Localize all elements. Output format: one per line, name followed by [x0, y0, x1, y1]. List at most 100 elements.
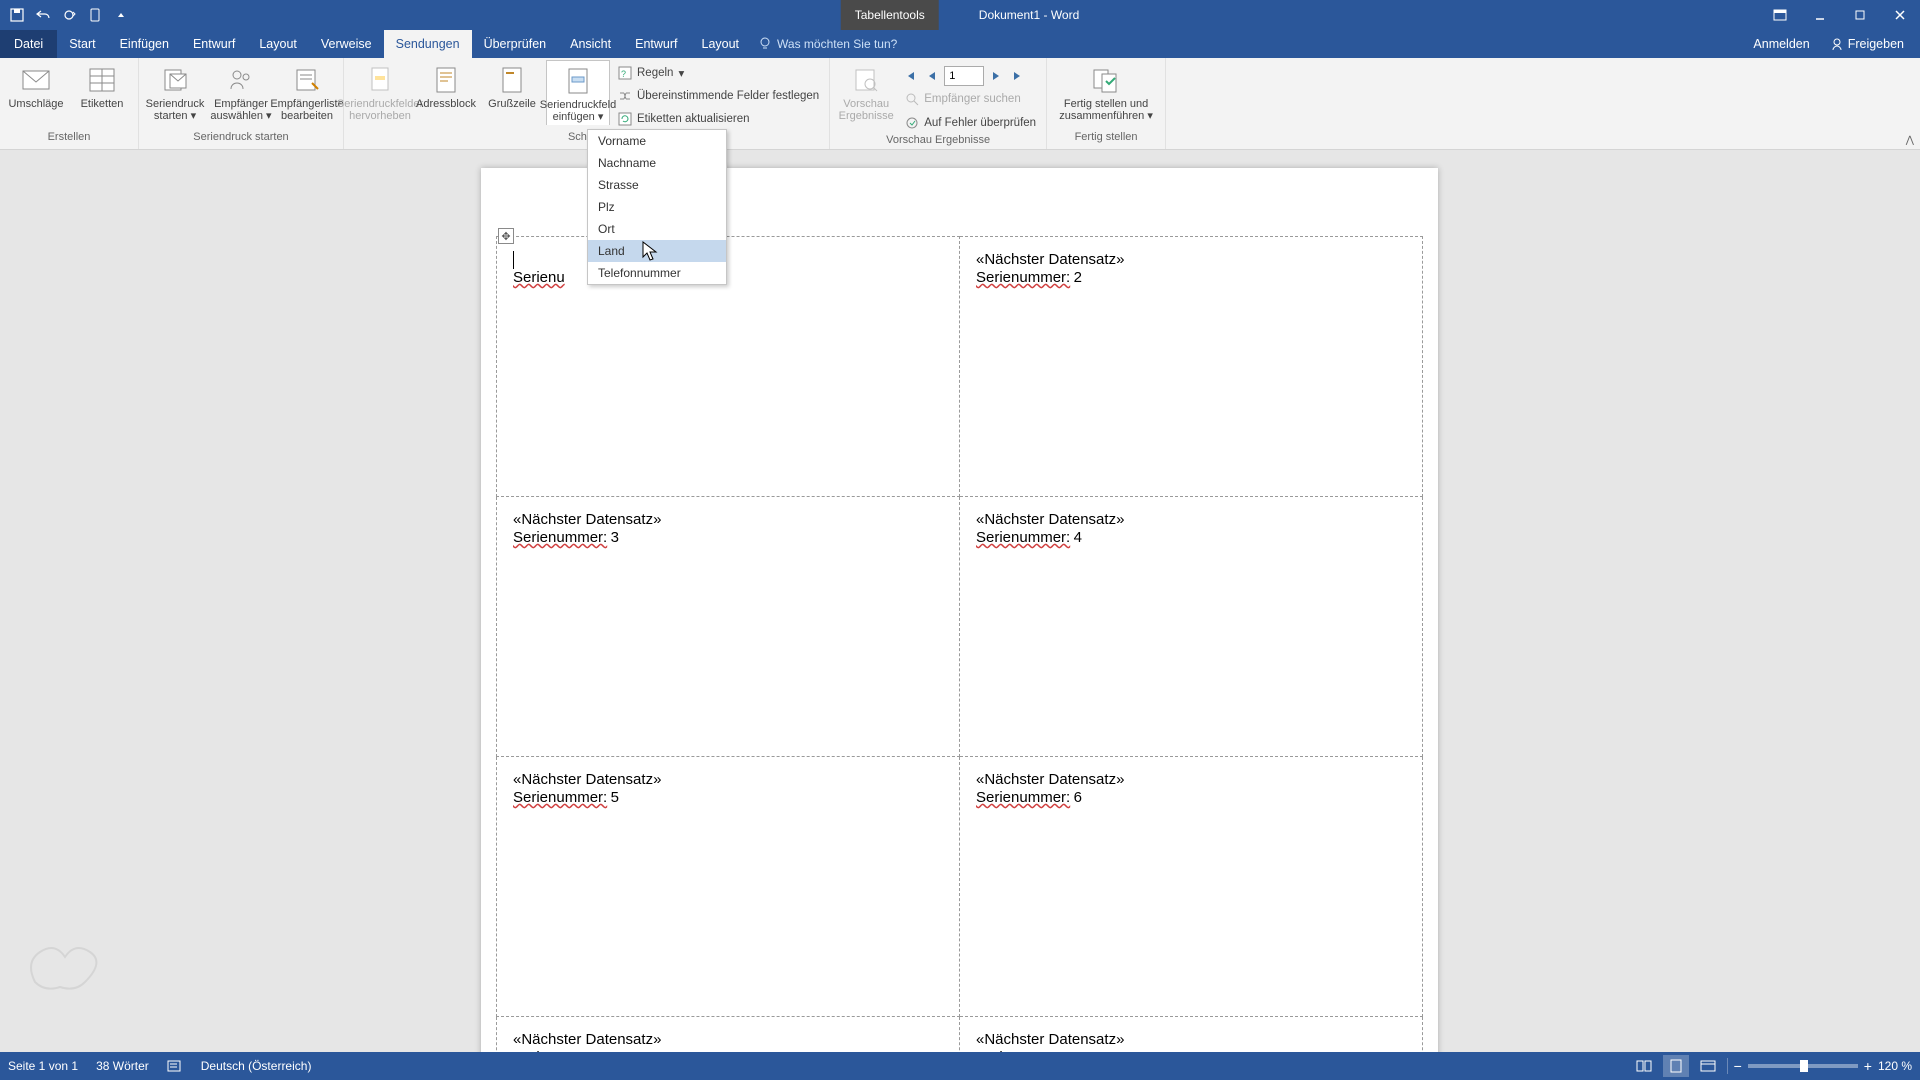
sign-in-link[interactable]: Anmelden	[1747, 30, 1815, 58]
tab-table-layout[interactable]: Layout	[690, 30, 752, 58]
maximize-icon[interactable]	[1840, 0, 1880, 30]
title-bar: Tabellentools Dokument1 - Word	[0, 0, 1920, 30]
dd-vorname[interactable]: Vorname	[588, 130, 726, 152]
serial-label: Serienummer:	[513, 529, 607, 546]
tab-mailings[interactable]: Sendungen	[384, 30, 472, 58]
tab-file[interactable]: Datei	[0, 30, 57, 58]
close-icon[interactable]	[1880, 0, 1920, 30]
insert-merge-field-button[interactable]: Seriendruckfeld einfügen ▾	[546, 60, 610, 125]
labels-button[interactable]: Etiketten	[70, 60, 134, 124]
undo-icon[interactable]	[32, 4, 54, 26]
table-move-handle-icon[interactable]: ✥	[498, 228, 514, 244]
web-layout-icon[interactable]	[1695, 1055, 1721, 1077]
label-cell[interactable]: «Nächster Datensatz» Serienummer: 7	[497, 1017, 960, 1053]
watermark-icon	[15, 932, 105, 1012]
search-icon	[906, 93, 919, 106]
zoom-in-icon[interactable]: +	[1864, 1058, 1872, 1074]
find-recipient-button[interactable]: Empfänger suchen	[900, 88, 1042, 110]
group-create-label: Erstellen	[4, 131, 134, 149]
next-record-field: «Nächster Datensatz»	[513, 511, 661, 528]
label-cell[interactable]: Serienu	[497, 237, 960, 497]
status-page[interactable]: Seite 1 von 1	[8, 1059, 78, 1073]
dd-plz[interactable]: Plz	[588, 196, 726, 218]
mail-merge-icon	[159, 64, 191, 96]
rules-icon: ?	[618, 66, 632, 80]
tab-review[interactable]: Überprüfen	[472, 30, 559, 58]
select-recipients-button[interactable]: Empfänger auswählen ▾	[209, 60, 273, 124]
address-block-button[interactable]: Adressblock	[414, 60, 478, 124]
next-record-icon[interactable]	[986, 66, 1006, 86]
greeting-line-button[interactable]: Grußzeile	[480, 60, 544, 124]
zoom-out-icon[interactable]: −	[1734, 1058, 1742, 1074]
label-cell[interactable]: «Nächster Datensatz» Serienummer: 4	[960, 497, 1423, 757]
label-cell[interactable]: «Nächster Datensatz» Serienummer: 8	[960, 1017, 1423, 1053]
document-area[interactable]: ✥ Serienu «Nächster Datensatz» Serienumm…	[0, 150, 1920, 1052]
tell-me-input[interactable]	[777, 37, 977, 51]
group-finish-label: Fertig stellen	[1051, 131, 1161, 149]
label-cell[interactable]: «Nächster Datensatz» Serienummer: 5	[497, 757, 960, 1017]
save-icon[interactable]	[6, 4, 28, 26]
qat-customize-icon[interactable]	[110, 4, 132, 26]
tab-table-design[interactable]: Entwurf	[623, 30, 689, 58]
envelopes-button[interactable]: Umschläge	[4, 60, 68, 124]
preview-results-button[interactable]: Vorschau Ergebnisse	[834, 60, 898, 124]
first-record-icon[interactable]	[900, 66, 920, 86]
serial-number: 2	[1074, 269, 1082, 286]
share-button[interactable]: Freigeben	[1824, 30, 1910, 58]
label-cell[interactable]: «Nächster Datensatz» Serienummer: 2	[960, 237, 1423, 497]
last-record-icon[interactable]	[1008, 66, 1028, 86]
match-fields-button[interactable]: Übereinstimmende Felder festlegen	[612, 85, 825, 107]
prev-record-icon[interactable]	[922, 66, 942, 86]
zoom-slider[interactable]	[1748, 1064, 1858, 1068]
svg-text:?: ?	[621, 69, 626, 79]
label-table: Serienu «Nächster Datensatz» Serienummer…	[496, 236, 1423, 1052]
tab-references[interactable]: Verweise	[309, 30, 384, 58]
dd-ort[interactable]: Ort	[588, 218, 726, 240]
touch-mode-icon[interactable]	[84, 4, 106, 26]
collapse-ribbon-icon[interactable]: ⋀	[1906, 135, 1914, 146]
status-bar: Seite 1 von 1 38 Wörter Deutsch (Österre…	[0, 1052, 1920, 1080]
start-mail-merge-button[interactable]: Seriendruck starten ▾	[143, 60, 207, 124]
tell-me[interactable]	[759, 30, 977, 58]
tab-insert[interactable]: Einfügen	[108, 30, 181, 58]
tab-home[interactable]: Start	[57, 30, 107, 58]
labels-icon	[86, 64, 118, 96]
edit-list-icon	[291, 64, 323, 96]
label-cell[interactable]: «Nächster Datensatz» Serienummer: 6	[960, 757, 1423, 1017]
finish-icon	[1090, 64, 1122, 96]
tab-design[interactable]: Entwurf	[181, 30, 247, 58]
greeting-icon	[496, 64, 528, 96]
serial-number: 5	[611, 789, 619, 806]
highlight-merge-fields-button[interactable]: Seriendruckfelder hervorheben	[348, 60, 412, 124]
serial-label: Serienummer:	[976, 529, 1070, 546]
finish-merge-button[interactable]: Fertig stellen und zusammenführen ▾	[1051, 60, 1161, 124]
next-record-field: «Nächster Datensatz»	[513, 771, 661, 788]
tab-view[interactable]: Ansicht	[558, 30, 623, 58]
dd-nachname[interactable]: Nachname	[588, 152, 726, 174]
rules-button[interactable]: ?Regeln ▾	[612, 62, 825, 84]
next-record-field: «Nächster Datensatz»	[976, 1031, 1124, 1048]
label-cell[interactable]: «Nächster Datensatz» Serienummer: 3	[497, 497, 960, 757]
record-number-input[interactable]	[944, 66, 984, 86]
dd-telefonnummer[interactable]: Telefonnummer	[588, 262, 726, 284]
serial-label: Serienummer:	[976, 789, 1070, 806]
dd-strasse[interactable]: Strasse	[588, 174, 726, 196]
update-labels-button[interactable]: Etiketten aktualisieren	[612, 108, 825, 130]
zoom-level[interactable]: 120 %	[1878, 1059, 1912, 1073]
status-words[interactable]: 38 Wörter	[96, 1059, 149, 1073]
serial-number: 6	[1074, 789, 1082, 806]
status-language[interactable]: Deutsch (Österreich)	[201, 1059, 312, 1073]
minimize-icon[interactable]	[1800, 0, 1840, 30]
print-layout-icon[interactable]	[1663, 1055, 1689, 1077]
proofing-icon[interactable]	[167, 1059, 183, 1073]
ribbon-display-options-icon[interactable]	[1760, 0, 1800, 30]
next-record-field: «Nächster Datensatz»	[976, 771, 1124, 788]
preview-icon	[850, 64, 882, 96]
dd-land[interactable]: Land	[588, 240, 726, 262]
read-mode-icon[interactable]	[1631, 1055, 1657, 1077]
edit-recipient-list-button[interactable]: Empfängerliste bearbeiten	[275, 60, 339, 124]
tab-layout[interactable]: Layout	[247, 30, 309, 58]
redo-icon[interactable]	[58, 4, 80, 26]
check-errors-button[interactable]: Auf Fehler überprüfen	[900, 112, 1042, 134]
next-record-field: «Nächster Datensatz»	[976, 511, 1124, 528]
